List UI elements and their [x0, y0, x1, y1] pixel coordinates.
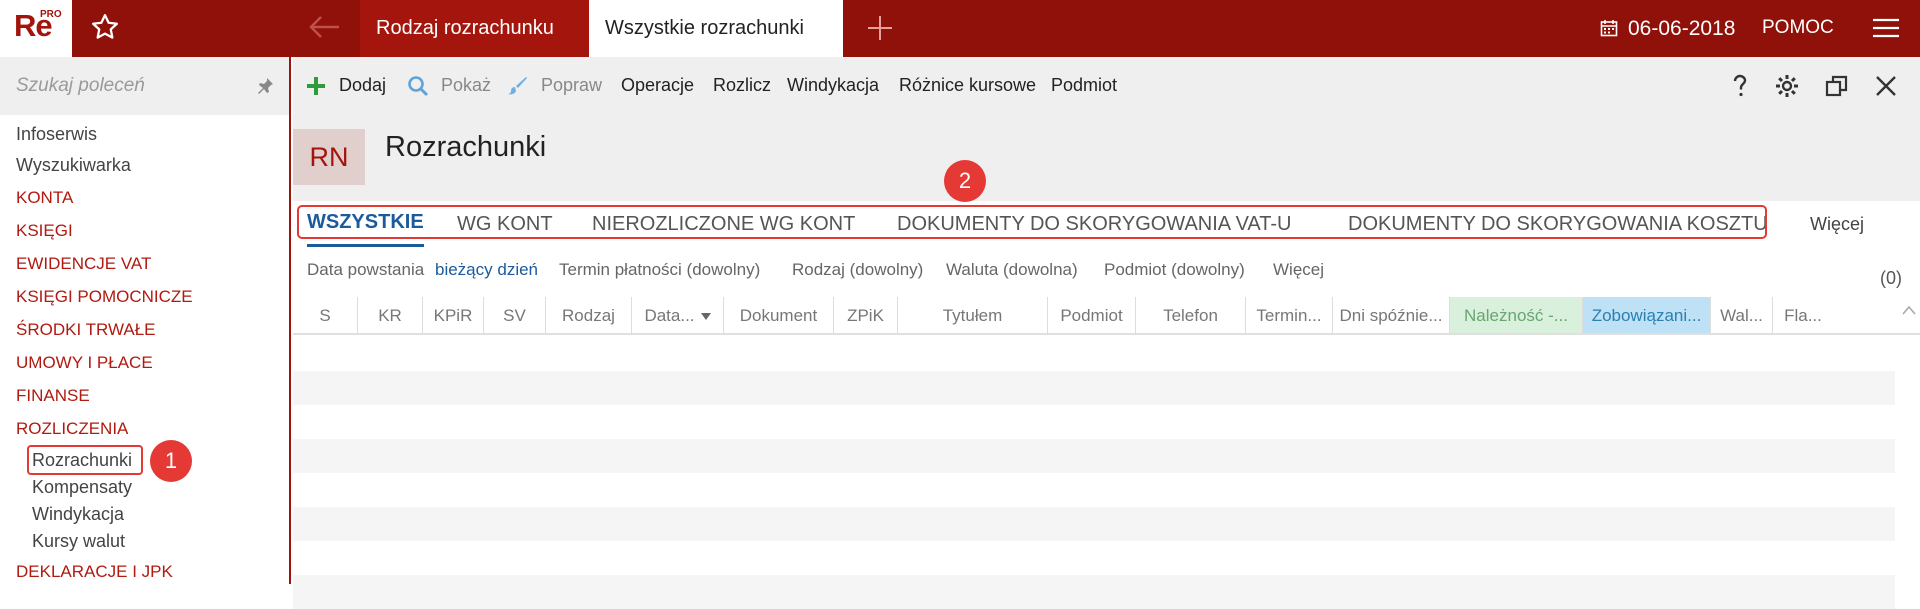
app-logo[interactable]: Re PRO — [0, 0, 72, 57]
column-waluta[interactable]: Wal... — [1711, 297, 1773, 333]
sidebar-item-finanse[interactable]: FINANSE — [16, 386, 90, 406]
column-s[interactable]: S — [293, 297, 358, 333]
highlight-view-tabs — [297, 205, 1767, 239]
column-kr[interactable]: KR — [358, 297, 423, 333]
column-zobowiazanie[interactable]: Zobowiązani... — [1583, 297, 1711, 333]
column-telefon[interactable]: Telefon — [1136, 297, 1246, 333]
column-data-label: Data... — [644, 306, 695, 325]
sort-desc-icon — [700, 313, 711, 321]
operations-button[interactable]: Operacje — [621, 57, 694, 113]
command-search-box — [0, 57, 289, 115]
filter-more[interactable]: Więcej — [1273, 247, 1324, 293]
page-title: Rozrachunki — [385, 131, 547, 163]
table-row[interactable] — [293, 541, 1895, 575]
page-header: RN Rozrachunki — [293, 113, 1920, 201]
new-tab-plus-icon[interactable] — [866, 14, 894, 42]
tabs-more-button[interactable]: Więcej — [1810, 201, 1864, 247]
fx-differences-button[interactable]: Różnice kursowe — [899, 57, 1036, 113]
highlight-rozrachunki — [27, 445, 143, 475]
filter-date-value[interactable]: bieżący dzień — [435, 247, 538, 293]
edit-brush-icon[interactable] — [507, 75, 529, 97]
sidebar-item-umowy-i-place[interactable]: UMOWY I PŁACE — [16, 353, 153, 373]
collection-button[interactable]: Windykacja — [787, 57, 879, 113]
filter-kind[interactable]: Rodzaj (dowolny) — [792, 247, 923, 293]
grid-header: S KR KPiR SV Rodzaj Data... Dokument ZPi… — [293, 297, 1920, 335]
table-row[interactable] — [293, 439, 1895, 473]
column-dokument[interactable]: Dokument — [724, 297, 834, 333]
help-link[interactable]: POMOC — [1762, 0, 1834, 55]
sidebar-item-wyszukiwarka[interactable]: Wyszukiwarka — [16, 155, 131, 176]
column-tytulem[interactable]: Tytułem — [898, 297, 1048, 333]
table-row[interactable] — [293, 507, 1895, 541]
filter-date-label: Data powstania — [307, 260, 425, 279]
toolbar: Dodaj Pokaż Popraw Operacje Rozlicz Wind… — [293, 57, 1920, 113]
current-date[interactable]: 06-06-2018 — [1628, 0, 1735, 57]
column-dni-spoznienia[interactable]: Dni spóźnie... — [1333, 297, 1450, 333]
filter-entity[interactable]: Podmiot (dowolny) — [1104, 247, 1245, 293]
column-zpik[interactable]: ZPiK — [834, 297, 898, 333]
show-button[interactable]: Pokaż — [441, 57, 491, 113]
hamburger-menu-icon[interactable] — [1872, 16, 1900, 40]
entity-button[interactable]: Podmiot — [1051, 57, 1117, 113]
table-row[interactable] — [293, 575, 1895, 609]
sidebar-item-kompensaty[interactable]: Kompensaty — [32, 477, 132, 498]
column-data[interactable]: Data... — [632, 297, 724, 333]
filter-bar: Data powstania bieżący dzień Termin płat… — [293, 247, 1920, 297]
filter-due-date[interactable]: Termin płatności (dowolny) — [559, 247, 760, 293]
record-count: (0) — [1880, 268, 1902, 288]
sidebar-item-ksiegi-pomocnicze[interactable]: KSIĘGI POMOCNICZE — [16, 287, 193, 307]
sidebar-item-ewidencje-vat[interactable]: EWIDENCJE VAT — [16, 254, 151, 274]
table-row[interactable] — [293, 337, 1895, 371]
column-kpir[interactable]: KPiR — [423, 297, 484, 333]
settle-button[interactable]: Rozlicz — [713, 57, 771, 113]
add-button[interactable]: Dodaj — [339, 57, 386, 113]
settings-gear-icon[interactable] — [1774, 73, 1800, 99]
edit-button[interactable]: Popraw — [541, 57, 602, 113]
sidebar-item-kursy-walut[interactable]: Kursy walut — [32, 531, 125, 552]
column-naleznosc[interactable]: Należność -... — [1450, 297, 1583, 333]
sidebar-item-srodki-trwale[interactable]: ŚRODKI TRWAŁE — [16, 320, 156, 340]
sidebar-item-deklaracje-i-jpk[interactable]: DEKLARACJE I JPK — [16, 562, 173, 582]
sidebar-item-rozliczenia[interactable]: ROZLICZENIA — [16, 419, 128, 439]
table-row[interactable] — [293, 473, 1895, 507]
pin-icon[interactable] — [256, 77, 274, 95]
grid-body — [293, 337, 1895, 609]
logo-superscript: PRO — [40, 9, 62, 20]
column-podmiot[interactable]: Podmiot — [1048, 297, 1136, 333]
sidebar-item-windykacja[interactable]: Windykacja — [32, 504, 124, 525]
column-termin[interactable]: Termin... — [1246, 297, 1333, 333]
sidebar-item-ksiegi[interactable]: KSIĘGI — [16, 221, 73, 241]
column-flaga[interactable]: Fla... — [1773, 297, 1833, 333]
add-plus-icon[interactable] — [305, 75, 327, 97]
restore-window-icon[interactable] — [1824, 73, 1850, 99]
search-icon[interactable] — [407, 75, 429, 97]
filter-currency[interactable]: Waluta (dowolna) — [946, 247, 1078, 293]
favorites-star-icon[interactable] — [90, 12, 120, 42]
command-search-input[interactable] — [16, 71, 246, 101]
tab-rodzaj-rozrachunku[interactable]: Rodzaj rozrachunku — [360, 0, 589, 57]
column-rodzaj[interactable]: Rodzaj — [546, 297, 632, 333]
back-arrow-icon[interactable] — [307, 14, 341, 40]
calendar-icon[interactable] — [1600, 19, 1618, 37]
annotation-badge-2: 2 — [944, 160, 986, 202]
close-icon[interactable] — [1873, 73, 1899, 99]
help-question-icon[interactable] — [1727, 73, 1753, 99]
top-bar: Re PRO Rodzaj rozrachunku Wszystkie rozr… — [0, 0, 1920, 57]
module-code-badge: RN — [293, 129, 365, 185]
sidebar-item-konta[interactable]: KONTA — [16, 188, 73, 208]
sidebar-item-infoserwis[interactable]: Infoserwis — [16, 124, 97, 145]
table-row[interactable] — [293, 405, 1895, 439]
scroll-up-icon[interactable] — [1902, 305, 1916, 315]
column-sv[interactable]: SV — [484, 297, 546, 333]
annotation-badge-1: 1 — [150, 440, 192, 482]
tab-wszystkie-rozrachunki[interactable]: Wszystkie rozrachunki — [589, 0, 843, 57]
table-row[interactable] — [293, 371, 1895, 405]
